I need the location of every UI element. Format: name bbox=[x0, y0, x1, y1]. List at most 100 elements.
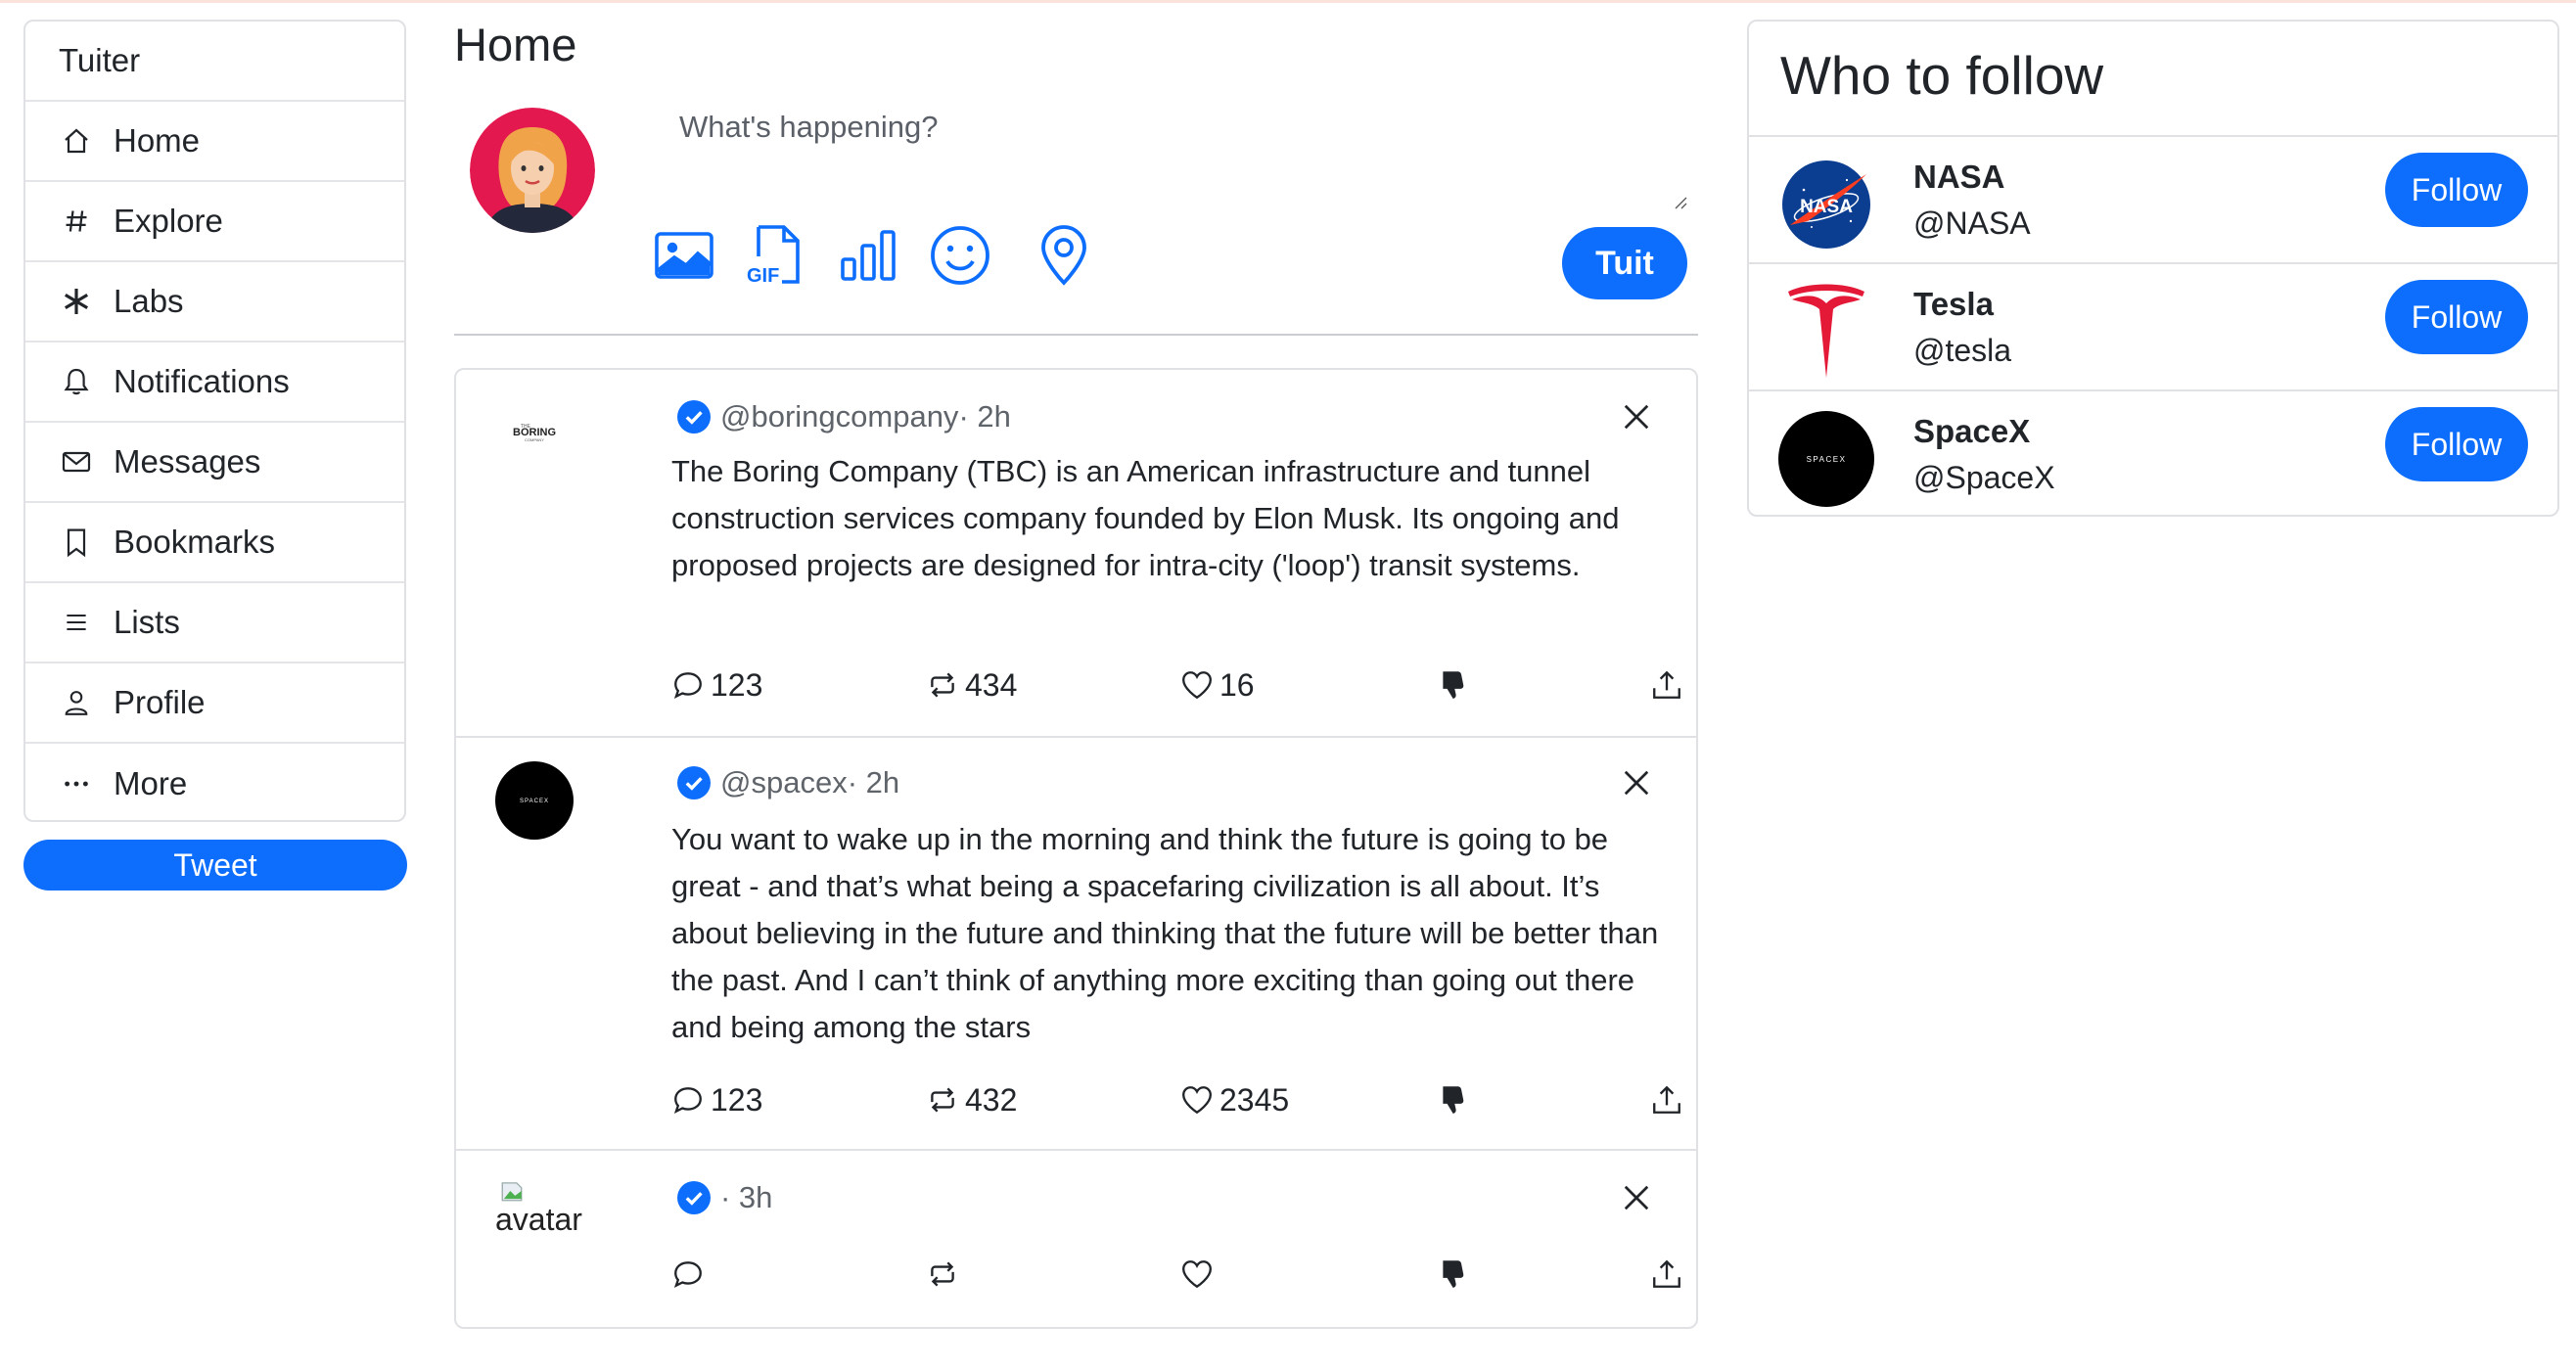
bell-icon bbox=[59, 364, 94, 399]
sidebar-brand[interactable]: Tuiter bbox=[25, 22, 404, 102]
share-action[interactable] bbox=[1650, 1078, 1689, 1121]
retweet-icon bbox=[931, 672, 954, 698]
retweet-icon bbox=[931, 1087, 954, 1113]
follow-suggestion[interactable]: SPACEX SpaceX @SpaceX Follow bbox=[1749, 391, 2557, 515]
tesla-logo-icon bbox=[1778, 284, 1874, 380]
sidebar-item-lists[interactable]: Lists bbox=[25, 583, 404, 663]
sidebar-item-messages[interactable]: Messages bbox=[25, 423, 404, 503]
tweet-handle[interactable]: @boringcompany bbox=[720, 399, 958, 434]
close-icon[interactable] bbox=[1619, 765, 1654, 800]
sidebar-nav: Tuiter Home Explore Labs Notifications M… bbox=[23, 20, 406, 822]
tweet-item[interactable]: avatar · 3h bbox=[456, 1151, 1696, 1327]
heart-icon bbox=[1182, 1086, 1212, 1115]
follow-suggestion[interactable]: NASA NASA @NASA Follow bbox=[1749, 137, 2557, 264]
avatar-alt-text: avatar bbox=[495, 1202, 582, 1237]
like-action[interactable]: 16 bbox=[1180, 663, 1255, 707]
sidebar-item-label: Labs bbox=[114, 283, 184, 319]
account-name[interactable]: Tesla bbox=[1913, 286, 1994, 323]
compose-input[interactable] bbox=[654, 98, 1689, 211]
retweet-action[interactable] bbox=[926, 1253, 965, 1296]
gif-icon[interactable]: GIF bbox=[740, 223, 808, 288]
reply-action[interactable] bbox=[671, 1253, 711, 1296]
resize-grip-icon[interactable] bbox=[1670, 192, 1687, 209]
close-icon[interactable] bbox=[1619, 399, 1654, 434]
tweet-handle[interactable]: @spacex bbox=[720, 765, 848, 800]
sidebar-item-explore[interactable]: Explore bbox=[25, 182, 404, 262]
tweet-item[interactable]: SPACEX @spacex · 2h You want to wake up … bbox=[456, 738, 1696, 1151]
retweet-action[interactable]: 434 bbox=[926, 663, 1017, 707]
account-name[interactable]: NASA bbox=[1913, 159, 2005, 196]
tweet-item[interactable]: BORING THE COMPANY @boringcompany · 2h T… bbox=[456, 370, 1696, 738]
image-icon[interactable] bbox=[650, 223, 718, 288]
retweet-icon bbox=[931, 1261, 954, 1287]
like-action[interactable] bbox=[1180, 1253, 1219, 1296]
retweet-count: 434 bbox=[965, 666, 1018, 703]
dislike-action[interactable] bbox=[1437, 1253, 1476, 1296]
tweet-text: The Boring Company (TBC) is an American … bbox=[671, 454, 1620, 582]
sidebar-item-label: Explore bbox=[114, 203, 223, 239]
like-count: 2345 bbox=[1219, 1081, 1290, 1118]
avatar[interactable] bbox=[470, 108, 595, 233]
sidebar-item-notifications[interactable]: Notifications bbox=[25, 342, 404, 423]
sidebar-item-profile[interactable]: Profile bbox=[25, 663, 404, 744]
sidebar-item-label: Notifications bbox=[114, 363, 290, 399]
bookmark-icon bbox=[59, 525, 94, 560]
nasa-logo-text: NASA bbox=[1800, 197, 1853, 217]
post-avatar[interactable]: BORING THE COMPANY bbox=[495, 395, 574, 474]
page-title: Home bbox=[454, 19, 577, 70]
tweet-actions bbox=[671, 1253, 1689, 1296]
account-name[interactable]: SpaceX bbox=[1913, 413, 2030, 450]
sidebar-item-label: Profile bbox=[114, 684, 206, 720]
dislike-action[interactable] bbox=[1437, 663, 1476, 707]
spacex-logo-icon: SPACEX bbox=[1778, 411, 1874, 507]
reply-action[interactable]: 123 bbox=[671, 663, 762, 707]
tweet-time: · 2h bbox=[958, 399, 1011, 434]
hash-icon bbox=[59, 204, 94, 239]
follow-button[interactable]: Follow bbox=[2385, 280, 2528, 354]
list-icon bbox=[59, 605, 94, 640]
tweet-header: @boringcompany · 2h bbox=[677, 399, 1011, 434]
share-action[interactable] bbox=[1650, 663, 1689, 707]
tweet-feed: BORING THE COMPANY @boringcompany · 2h T… bbox=[454, 368, 1698, 1329]
sidebar-item-labs[interactable]: Labs bbox=[25, 262, 404, 342]
dislike-action[interactable] bbox=[1437, 1078, 1476, 1121]
poll-icon[interactable] bbox=[834, 223, 902, 288]
sidebar-item-more[interactable]: More bbox=[25, 744, 404, 820]
follow-button[interactable]: Follow bbox=[2385, 153, 2528, 227]
tweet-text: You want to wake up in the morning and t… bbox=[671, 822, 1659, 1044]
post-avatar[interactable]: avatar bbox=[495, 1178, 603, 1256]
reply-action[interactable]: 123 bbox=[671, 1078, 762, 1121]
follow-button[interactable]: Follow bbox=[2385, 407, 2528, 481]
follow-suggestion[interactable]: Tesla @tesla Follow bbox=[1749, 264, 2557, 391]
sidebar-item-label: Messages bbox=[114, 443, 261, 480]
post-avatar[interactable]: SPACEX bbox=[495, 761, 574, 840]
broken-image-icon bbox=[501, 1182, 523, 1202]
svg-text:THE: THE bbox=[521, 424, 531, 430]
tuit-button[interactable]: Tuit bbox=[1562, 227, 1687, 299]
nasa-logo-icon: NASA bbox=[1778, 157, 1874, 252]
location-icon[interactable] bbox=[1030, 223, 1098, 288]
person-icon bbox=[59, 685, 94, 720]
tweet-actions: 123 432 2345 bbox=[671, 1078, 1689, 1121]
like-action[interactable]: 2345 bbox=[1180, 1078, 1289, 1121]
verified-icon bbox=[677, 1181, 711, 1214]
tweet-button[interactable]: Tweet bbox=[23, 840, 407, 890]
brand-label: Tuiter bbox=[59, 42, 141, 78]
spacex-wtf-logo-text: SPACEX bbox=[1807, 455, 1847, 464]
tweet-header: · 3h bbox=[677, 1180, 772, 1215]
sidebar-item-label: More bbox=[114, 765, 188, 801]
share-action[interactable] bbox=[1650, 1253, 1689, 1296]
sidebar-item-bookmarks[interactable]: Bookmarks bbox=[25, 503, 404, 583]
tweet-header: @spacex · 2h bbox=[677, 765, 899, 800]
account-handle: @tesla bbox=[1913, 333, 2012, 368]
emoji-icon[interactable] bbox=[926, 223, 994, 288]
close-icon[interactable] bbox=[1619, 1180, 1654, 1215]
upload-icon bbox=[1653, 670, 1680, 699]
asterisk-icon bbox=[59, 284, 94, 319]
envelope-icon bbox=[59, 444, 94, 480]
retweet-count: 432 bbox=[965, 1081, 1018, 1118]
thumbs-down-icon bbox=[1443, 1260, 1464, 1288]
sidebar-item-home[interactable]: Home bbox=[25, 102, 404, 182]
gif-label: GIF bbox=[747, 265, 779, 287]
retweet-action[interactable]: 432 bbox=[926, 1078, 1017, 1121]
